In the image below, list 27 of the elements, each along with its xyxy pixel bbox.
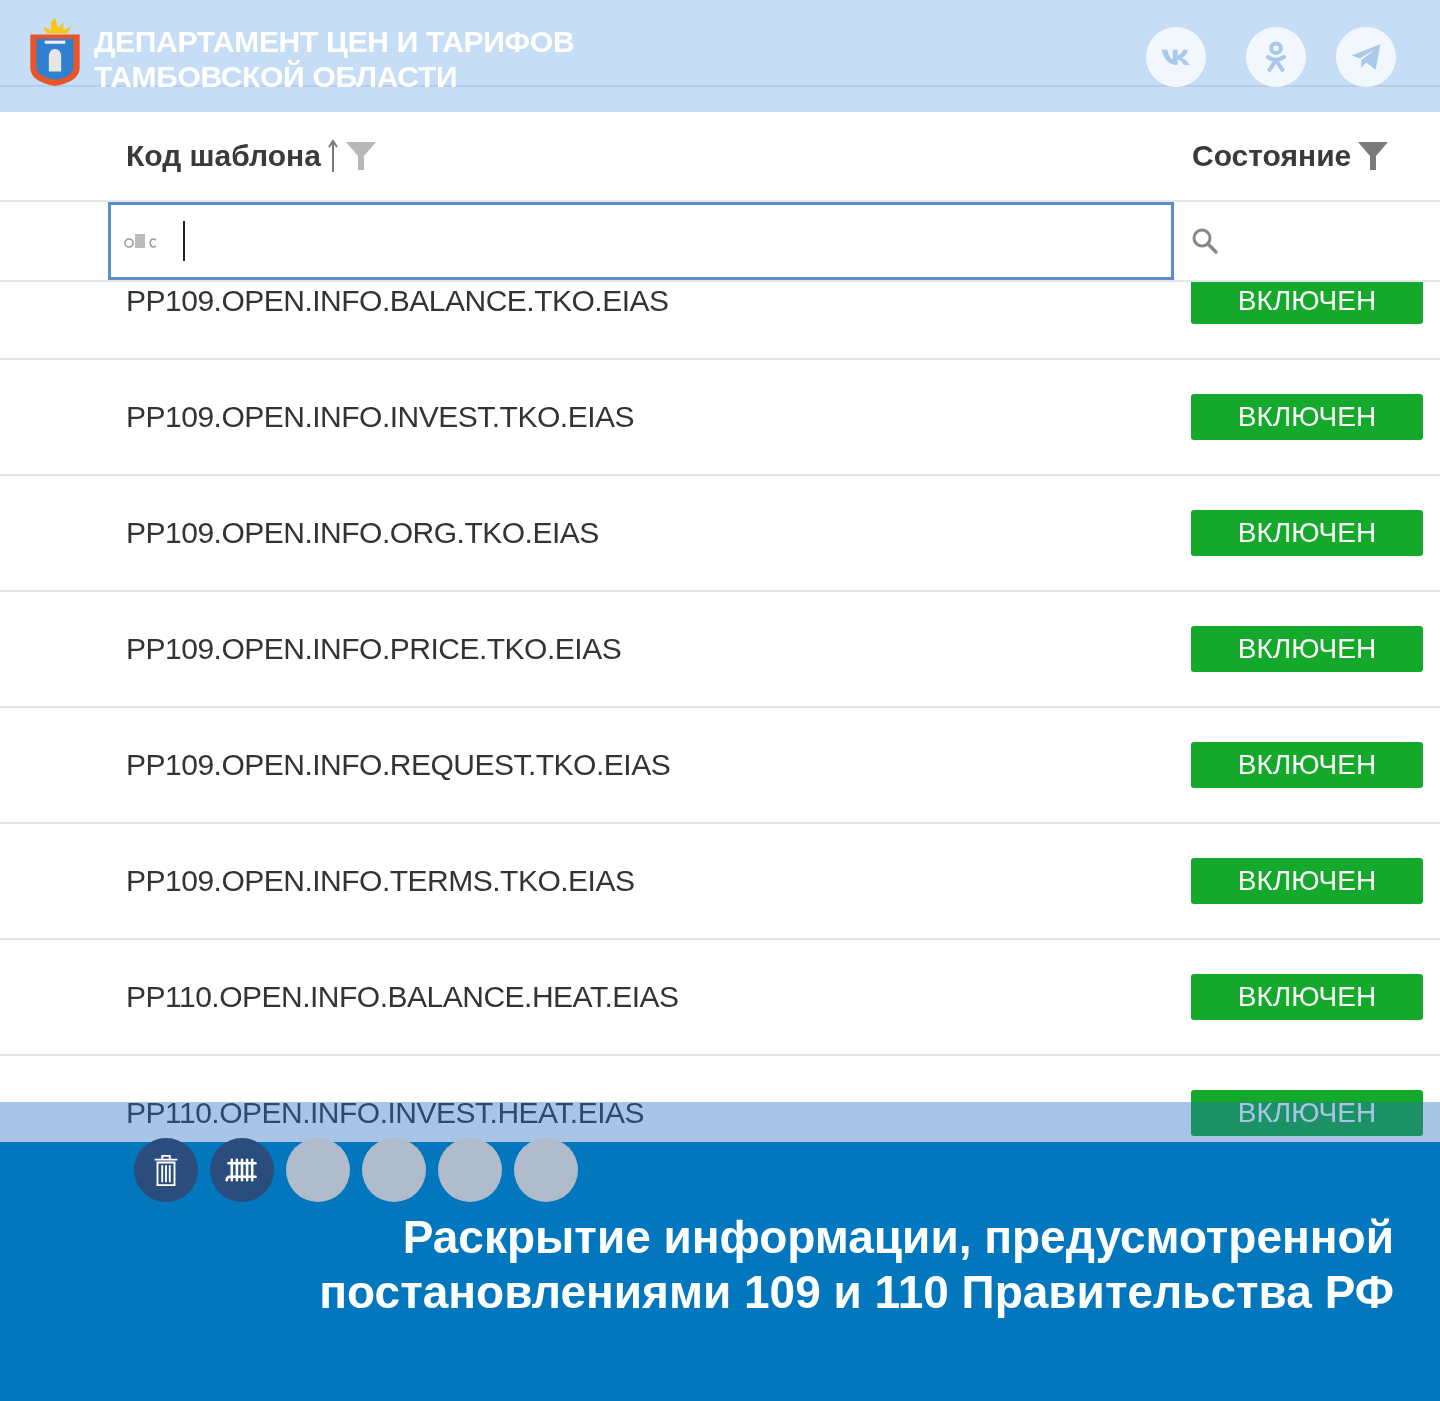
template-code: PP109.OPEN.INFO.INVEST.TKO.EIAS (126, 400, 634, 434)
template-code: PP109.OPEN.INFO.TERMS.TKO.EIAS (126, 864, 635, 898)
text-type-icon (123, 231, 159, 251)
template-code: PP110.OPEN.INFO.BALANCE.HEAT.EIAS (126, 980, 679, 1014)
status-badge: ВКЛЮЧЕН (1191, 626, 1423, 672)
status-badge: ВКЛЮЧЕН (1191, 1090, 1423, 1136)
template-code: PP109.OPEN.INFO.BALANCE.TKO.EIAS (126, 284, 669, 318)
template-code: PP109.OPEN.INFO.ORG.TKO.EIAS (126, 516, 599, 550)
status-badge: ВКЛЮЧЕН (1191, 974, 1423, 1020)
status-badge: ВКЛЮЧЕН (1191, 858, 1423, 904)
site-title: ТАМБОВСКОЙ ОБЛАСТИ (94, 59, 459, 94)
status-badge: ВКЛЮЧЕН (1191, 742, 1423, 788)
caption-text: Раскрытие информации, предусмотренной постановлениями 109 и 110 Правительства РФ (319, 1210, 1394, 1320)
search-icon[interactable] (1190, 226, 1220, 256)
sort-arrow-icon[interactable] (326, 138, 339, 174)
filter-icon[interactable] (344, 140, 377, 172)
filter-icon[interactable] (1357, 140, 1390, 172)
template-code: PP110.OPEN.INFO.INVEST.HEAT.EIAS (126, 1096, 645, 1130)
template-code: PP109.OPEN.INFO.PRICE.TKO.EIAS (126, 632, 622, 666)
column-header[interactable]: Состояние (1192, 139, 1352, 173)
status-badge: ВКЛЮЧЕН (1191, 510, 1423, 556)
site-title: ДЕПАРТАМЕНТ ЦЕН И ТАРИФОВ (94, 24, 575, 59)
template-code: PP109.OPEN.INFO.REQUEST.TKO.EIAS (126, 748, 671, 782)
column-header[interactable]: Код шаблона (126, 139, 321, 173)
text-cursor (183, 221, 185, 261)
status-badge: ВКЛЮЧЕН (1191, 394, 1423, 440)
filter-field[interactable] (108, 202, 1174, 280)
